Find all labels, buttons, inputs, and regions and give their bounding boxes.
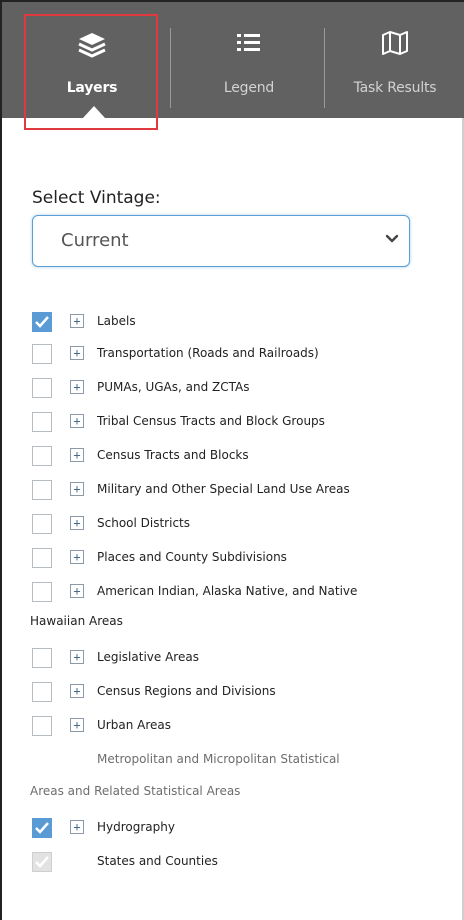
layer-checkbox[interactable] <box>32 480 52 500</box>
expand-icon[interactable]: + <box>70 718 84 732</box>
expand-icon[interactable]: + <box>70 482 84 496</box>
layer-checkbox[interactable] <box>32 548 52 568</box>
list-icon <box>237 34 260 51</box>
layer-label: Labels <box>97 314 136 328</box>
tab-divider <box>170 28 171 108</box>
layer-label: School Districts <box>97 516 191 530</box>
tab-legend[interactable]: Legend <box>174 2 324 118</box>
layer-checkbox[interactable] <box>32 344 52 364</box>
tab-task-results-label: Task Results <box>353 80 437 96</box>
layer-label: Military and Other Special Land Use Area… <box>97 482 350 496</box>
tab-legend-label: Legend <box>223 80 275 96</box>
layer-checkbox[interactable] <box>32 514 52 534</box>
select-vintage-label: Select Vintage: <box>32 188 161 208</box>
expand-icon[interactable]: + <box>70 550 84 564</box>
chevron-down-icon <box>385 234 399 243</box>
layer-checkbox[interactable] <box>32 312 52 332</box>
layer-label: States and Counties <box>97 854 218 868</box>
layer-label: Legislative Areas <box>97 650 199 664</box>
layer-label: Places and County Subdivisions <box>97 550 287 564</box>
layer-checkbox[interactable] <box>32 682 52 702</box>
layer-checkbox[interactable] <box>32 378 52 398</box>
layer-label: PUMAs, UGAs, and ZCTAs <box>97 380 250 394</box>
expand-icon[interactable]: + <box>70 346 84 360</box>
layer-label: Hydrography <box>97 820 175 834</box>
expand-icon[interactable]: + <box>70 684 84 698</box>
layer-label: Metropolitan and Micropolitan Statistica… <box>97 752 340 766</box>
layer-label: Census Regions and Divisions <box>97 684 276 698</box>
layer-checkbox <box>32 852 52 872</box>
expand-icon[interactable]: + <box>70 516 84 530</box>
layer-checkbox[interactable] <box>32 582 52 602</box>
vintage-select[interactable]: Current <box>32 215 410 267</box>
layer-checkbox[interactable] <box>32 818 52 838</box>
layer-label: Tribal Census Tracts and Block Groups <box>97 414 325 428</box>
layer-label-continued: Areas and Related Statistical Areas <box>30 784 241 798</box>
highlight-box <box>24 14 158 130</box>
layer-checkbox[interactable] <box>32 648 52 668</box>
expand-icon[interactable]: + <box>70 448 84 462</box>
expand-icon[interactable]: + <box>70 314 84 328</box>
expand-icon[interactable]: + <box>70 414 84 428</box>
layer-checkbox[interactable] <box>32 446 52 466</box>
layer-label: American Indian, Alaska Native, and Nati… <box>97 584 358 598</box>
tab-task-results[interactable]: Task Results <box>326 2 464 118</box>
layer-label: Transportation (Roads and Railroads) <box>97 346 319 360</box>
expand-icon[interactable]: + <box>70 650 84 664</box>
layer-checkbox[interactable] <box>32 716 52 736</box>
layer-label: Census Tracts and Blocks <box>97 448 249 462</box>
layer-label: Urban Areas <box>97 718 171 732</box>
tab-divider <box>324 28 325 108</box>
expand-icon[interactable]: + <box>70 820 84 834</box>
map-icon <box>382 31 408 55</box>
expand-icon[interactable]: + <box>70 584 84 598</box>
expand-icon[interactable]: + <box>70 380 84 394</box>
layer-label-continued: Hawaiian Areas <box>30 614 123 628</box>
layer-checkbox[interactable] <box>32 412 52 432</box>
vintage-selected-value: Current <box>61 230 129 251</box>
